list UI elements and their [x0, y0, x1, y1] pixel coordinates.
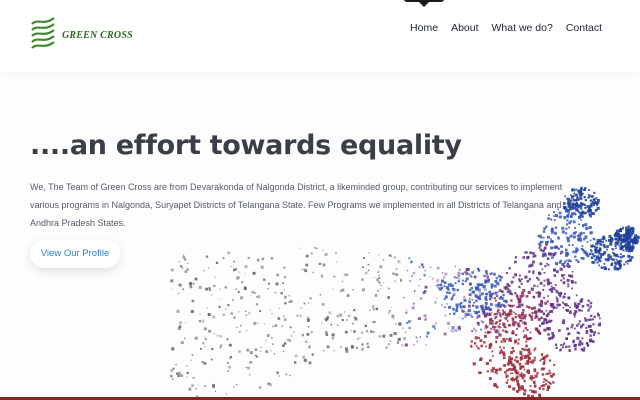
brand-name: GREEN CROSS: [62, 29, 133, 41]
nav-what-we-do[interactable]: What we do?: [492, 22, 553, 34]
view-profile-button[interactable]: View Our Profile: [30, 240, 120, 268]
hero-headline: ....an effort towards equality: [30, 130, 462, 161]
nav-contact[interactable]: Contact: [566, 22, 602, 34]
nav-home[interactable]: Home: [410, 22, 438, 34]
site-header: GREEN CROSS Home About What we do? Conta…: [0, 0, 640, 72]
green-stripes-logo-icon: [31, 17, 55, 49]
hero-section: ....an effort towards equality We, The T…: [0, 72, 640, 400]
main-nav: Home About What we do? Contact: [410, 22, 602, 34]
nav-about[interactable]: About: [451, 22, 478, 34]
particle-dots: [170, 186, 640, 399]
brand-logo[interactable]: GREEN CROSS: [30, 14, 133, 50]
particle-runner-image: [170, 186, 640, 399]
